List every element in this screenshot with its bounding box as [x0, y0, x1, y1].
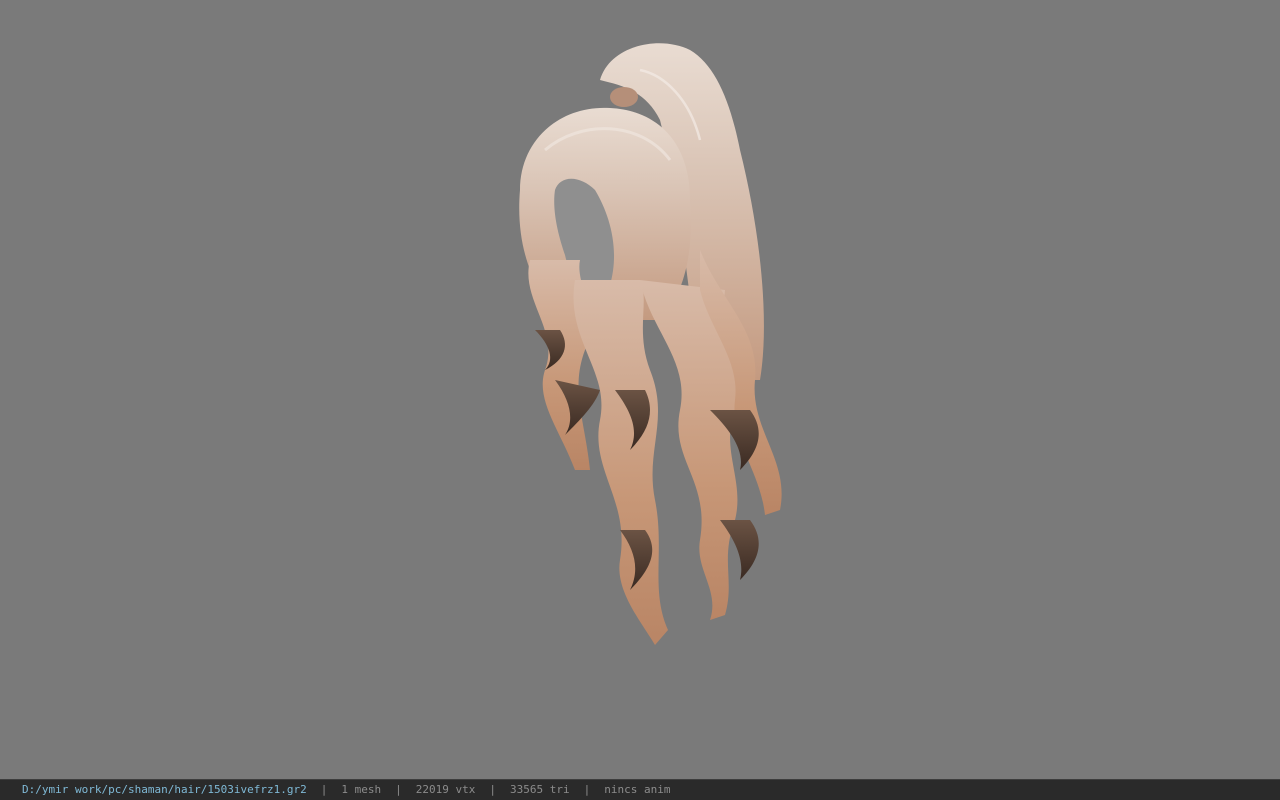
status-separator: | — [489, 783, 497, 796]
triangle-count-label: 33565 tri — [510, 783, 570, 796]
vertex-count-label: 22019 vtx — [415, 783, 476, 796]
status-separator: | — [583, 783, 591, 796]
animation-info-label: nincs anim — [604, 783, 671, 796]
status-separator: | — [320, 783, 328, 796]
3d-viewport[interactable] — [0, 0, 1280, 779]
mesh-count-label: 1 mesh — [341, 783, 382, 796]
status-bar: D:/ymir work/pc/shaman/hair/1503ivefrz1.… — [0, 779, 1280, 800]
status-separator: | — [395, 783, 402, 796]
hair-model-icon — [519, 43, 782, 645]
file-path-label: D:/ymir work/pc/shaman/hair/1503ivefrz1.… — [22, 783, 307, 796]
